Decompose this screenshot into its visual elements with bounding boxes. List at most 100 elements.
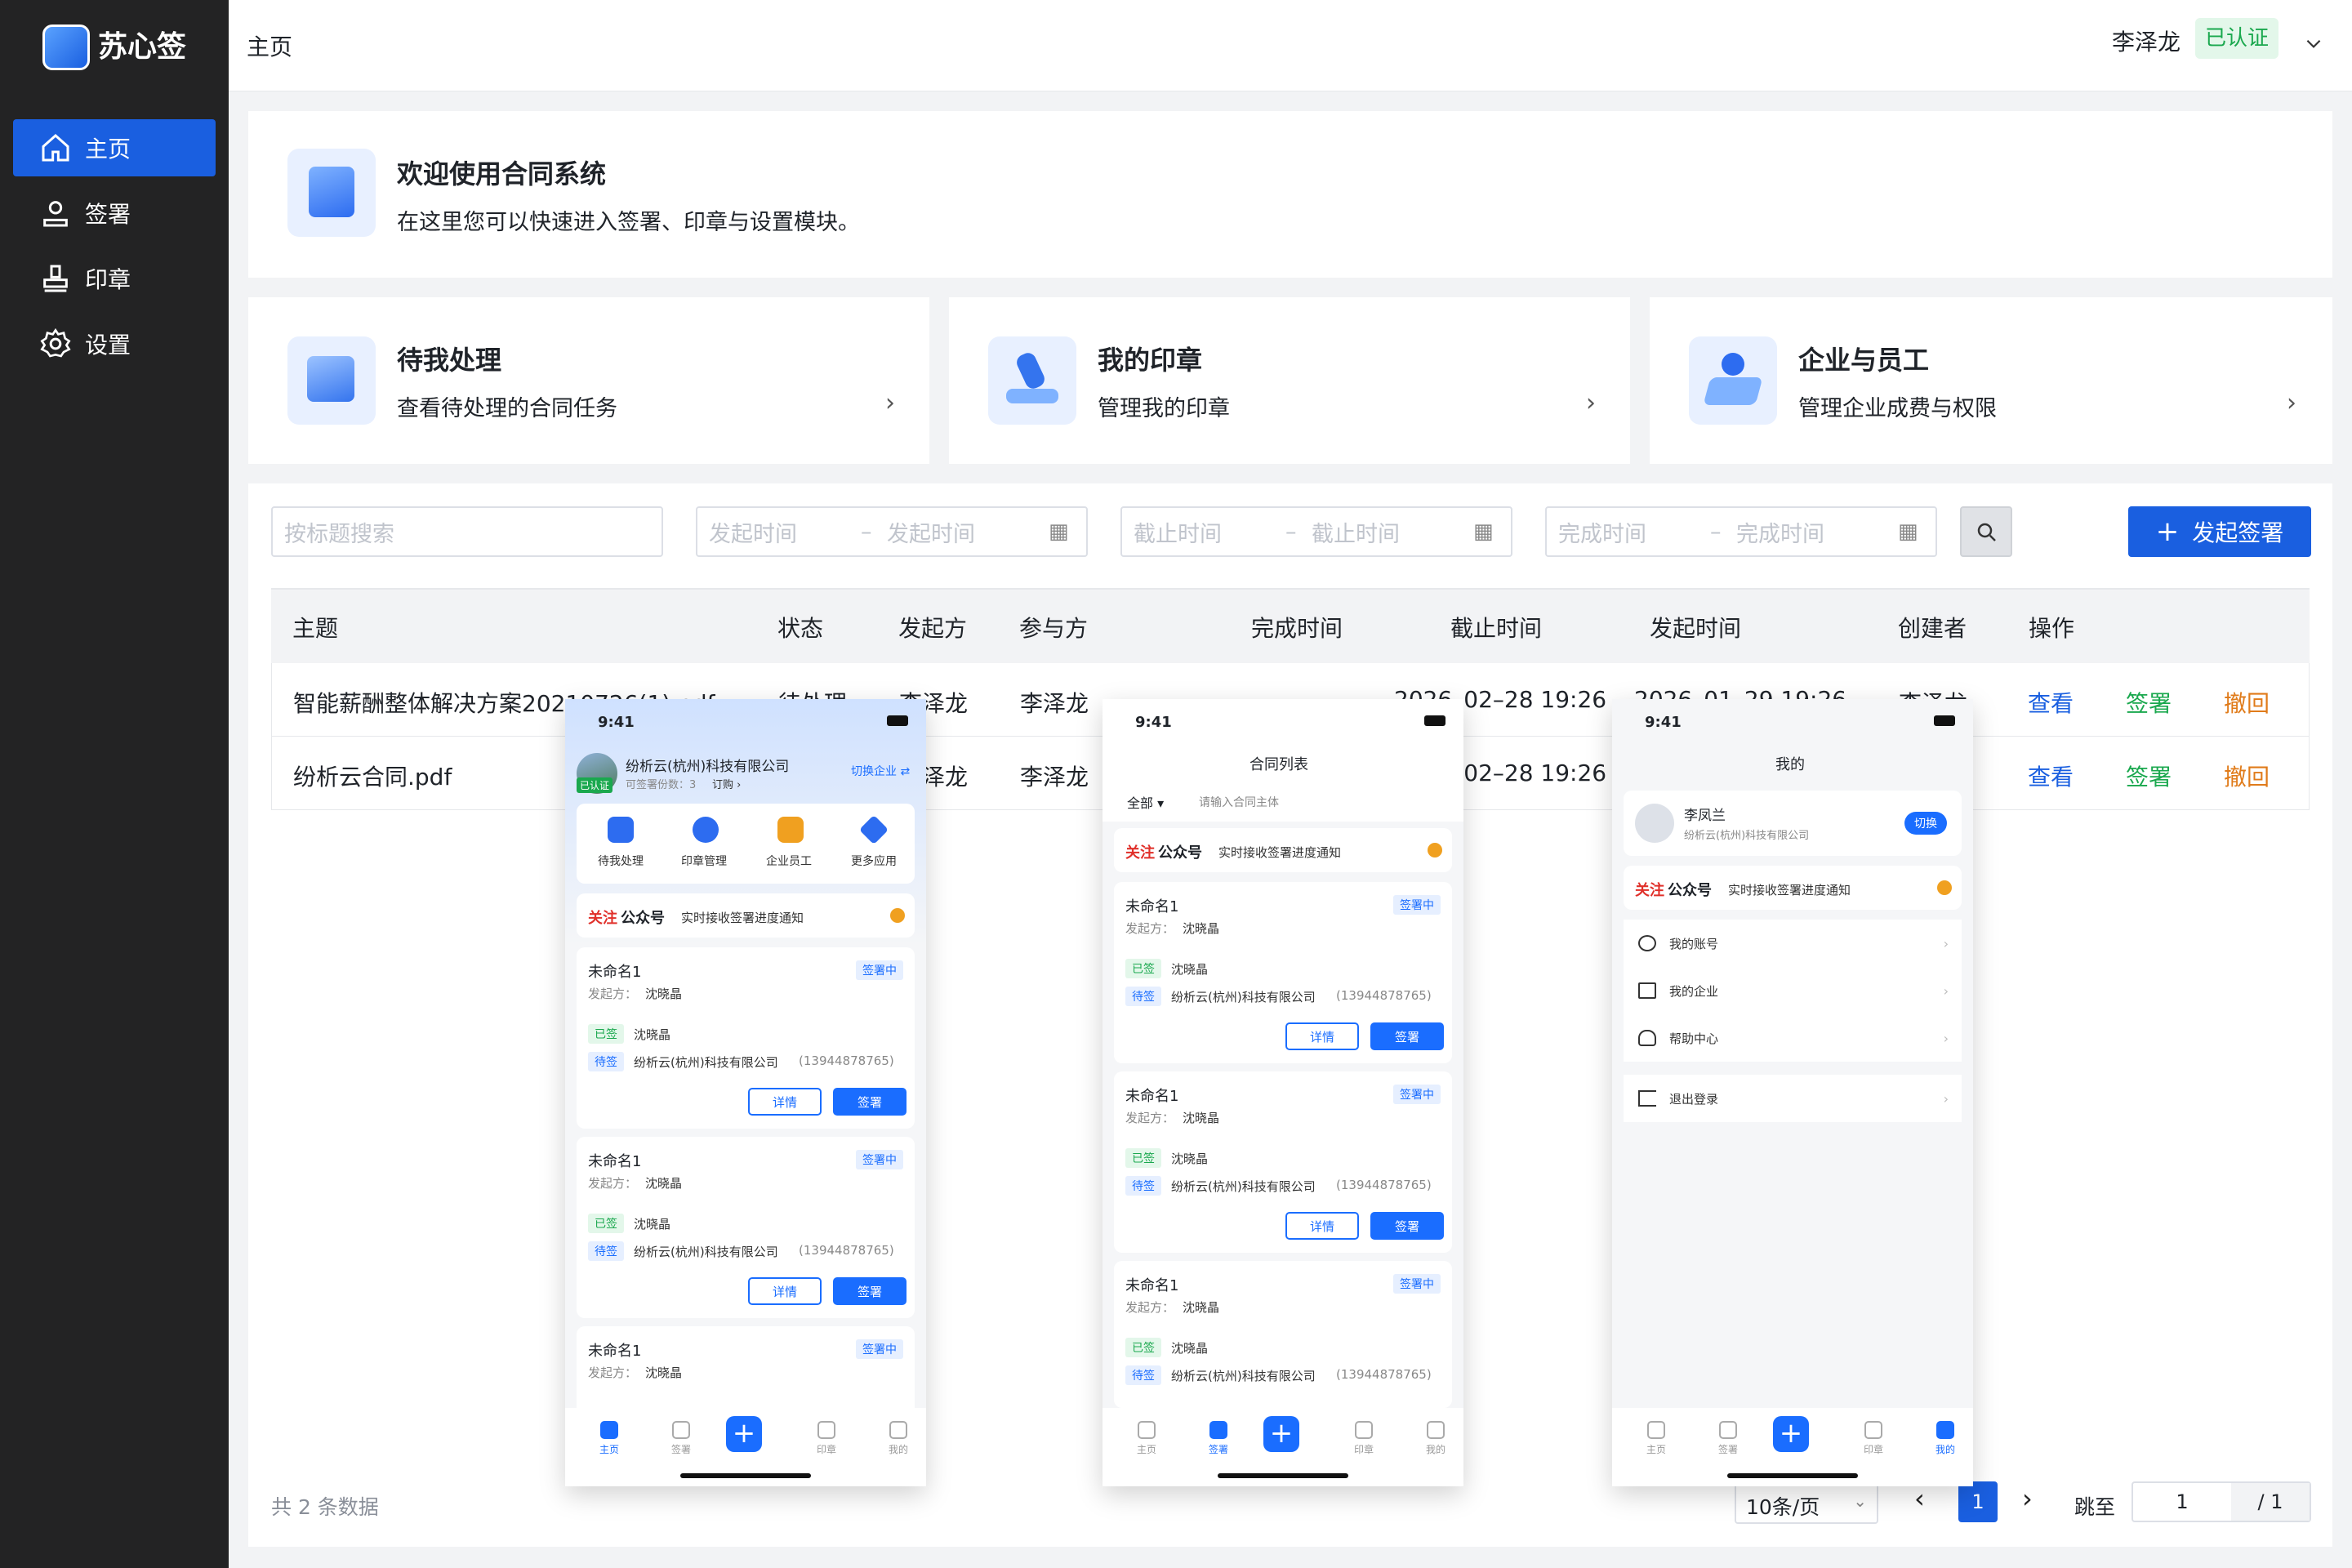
search-icon [1977,523,1996,541]
search-input[interactable]: 按标题搜索 [271,506,663,557]
menu-my-account[interactable]: 我的账号 › [1624,920,1962,967]
app-logo-icon [42,24,90,70]
sign-link[interactable]: 签署 [2126,760,2172,792]
chevron-right-icon: › [1943,982,1949,999]
tab-sign[interactable]: 签署 [1194,1421,1243,1456]
sidebar-item-settings[interactable]: 设置 [13,315,216,372]
tab-sign[interactable]: 签署 [1704,1421,1753,1456]
chevron-right-icon: › [1586,389,1596,417]
sign-button[interactable]: 签署 [1370,1212,1444,1240]
card-title: 待我处理 [397,345,502,376]
status-filter[interactable]: 全部 ▾ [1127,792,1164,812]
plus-icon[interactable]: + [1263,1416,1299,1452]
welcome-subtitle: 在这里您可以快速进入签署、印章与设置模块。 [397,210,860,235]
sign-link[interactable]: 签署 [2126,686,2172,719]
detail-button[interactable]: 详情 [748,1277,822,1305]
user-icon [1638,935,1656,951]
list-search-input[interactable]: 请输入合同主体 [1199,794,1279,810]
sidebar-item-home[interactable]: 主页 [13,119,216,176]
table-header: 主题 状态 发起方 参与方 完成时间 截止时间 发起时间 创建者 操作 [271,590,2310,663]
tab-mine[interactable]: 我的 [1411,1421,1460,1456]
tab-home[interactable]: 主页 [585,1421,634,1456]
follow-notice[interactable]: 关注 公众号 实时接收签署进度通知 [1624,866,1962,910]
jump-label: 跳至 [2074,1495,2116,1519]
list-filter-bar: 全部 ▾ 请输入合同主体 [1114,782,1452,818]
sidebar-item-sign[interactable]: 签署 [13,185,216,242]
plus-icon[interactable]: + [1773,1416,1809,1452]
view-link[interactable]: 查看 [2028,760,2074,792]
card-title: 我的印章 [1098,345,1203,376]
app-grid: 待我处理 印章管理 企业员工 更多应用 [577,804,915,884]
done-date-range[interactable]: 完成时间 – 完成时间 ▦ [1545,506,1937,557]
sign-button[interactable]: 签署 [833,1277,906,1305]
create-sign-button[interactable]: + 发起签署 [2128,506,2311,557]
status-bar-icons [1396,715,1446,727]
chevron-right-icon: › [1943,1090,1949,1107]
menu-my-enterprise[interactable]: 我的企业 › [1624,967,1962,1014]
quick-card-seals[interactable]: 我的印章 管理我的印章 › [949,297,1630,464]
calendar-icon: ▦ [1473,519,1494,544]
home-icon [42,133,69,162]
logout-icon [1638,1090,1656,1107]
switch-button[interactable]: 切换 [1904,812,1947,835]
phone-mockup-mine: 9:41 我的 李凤兰 纷析云(杭州)科技有限公司 切换 关注 公众号 实时接收… [1612,699,1973,1486]
current-page[interactable]: 1 [1958,1481,1998,1522]
user-name[interactable]: 李泽龙 [2112,24,2180,57]
follow-notice[interactable]: 关注 公众号 实时接收签署进度通知 [577,893,915,938]
tab-seal[interactable]: 印章 [802,1421,851,1456]
detail-button[interactable]: 详情 [748,1088,822,1116]
building-icon [1638,982,1656,999]
revoke-link[interactable]: 撤回 [2224,686,2270,719]
start-date-range[interactable]: 发起时间 – 发起时间 ▦ [696,506,1088,557]
phone-tab-bar: 主页 签署 + 印章 我的 [1102,1408,1463,1486]
chevron-down-icon[interactable] [2303,33,2324,54]
tab-mine[interactable]: 我的 [1921,1421,1970,1456]
menu-logout[interactable]: 退出登录 › [1624,1075,1962,1122]
mine-title: 我的 [1775,756,1805,773]
deadline-date-range[interactable]: 截止时间 – 截止时间 ▦ [1120,506,1512,557]
total-count: 共 2 条数据 [271,1495,379,1519]
quick-card-pending[interactable]: 待我处理 查看待处理的合同任务 › [248,297,929,464]
sign-button[interactable]: 签署 [833,1088,906,1116]
tab-sign[interactable]: 签署 [657,1421,706,1456]
prev-page-button[interactable]: ‹ [1914,1483,1925,1514]
sidebar-item-label: 设置 [85,332,131,359]
detail-button[interactable]: 详情 [1285,1212,1359,1240]
follow-notice[interactable]: 关注 公众号 实时接收签署进度通知 [1114,828,1452,872]
welcome-title: 欢迎使用合同系统 [397,158,607,189]
quick-card-enterprise[interactable]: 企业与员工 管理企业成费与权限 › [1650,297,2332,464]
phone-mockup-home: 9:41 已认证 纷析云(杭州)科技有限公司 可签署份数：3 订购 › 切换企业… [565,699,926,1486]
tab-seal[interactable]: 印章 [1849,1421,1898,1456]
list-title: 合同列表 [1250,756,1308,773]
phone-tab-bar: 主页 签署 + 印章 我的 [565,1408,926,1486]
tab-home[interactable]: 主页 [1122,1421,1171,1456]
menu-help-center[interactable]: 帮助中心 › [1624,1014,1962,1062]
phone-tab-bar: 主页 签署 + 印章 我的 [1612,1408,1973,1486]
chevron-right-icon: › [885,389,895,417]
tab-seal[interactable]: 印章 [1339,1421,1388,1456]
chevron-right-icon: › [1943,1030,1949,1046]
search-button[interactable] [1960,506,2012,557]
detail-button[interactable]: 详情 [1285,1022,1359,1050]
revoke-link[interactable]: 撤回 [2224,760,2270,792]
seal-icon [43,265,68,292]
breadcrumb: 主页 [247,33,293,60]
app-name: 苏心签 [98,30,187,64]
sidebar-item-seal[interactable]: 印章 [13,250,216,307]
tab-home[interactable]: 主页 [1632,1421,1681,1456]
sign-button[interactable]: 签署 [1370,1022,1444,1050]
verified-badge: 已认证 [2195,18,2279,59]
view-link[interactable]: 查看 [2028,686,2074,719]
switch-company-link[interactable]: 切换企业 ⇄ [851,763,910,779]
chevron-down-icon: ⌄ [1853,1491,1867,1511]
stamp-person-icon [43,201,68,227]
plus-icon[interactable]: + [726,1416,762,1452]
sidebar: 苏心签 主页 签署 印章 设置 [0,0,229,1568]
page-size-select[interactable]: 10条/页 ⌄ [1735,1483,1878,1524]
tab-mine[interactable]: 我的 [874,1421,923,1456]
sidebar-item-label: 签署 [85,201,131,228]
next-page-button[interactable]: › [2022,1483,2033,1514]
jump-input[interactable]: 1 / 1 [2132,1481,2311,1522]
plus-icon: + [2155,515,2180,548]
contract-card: 未命名1 签署中 发起方： 沈晓晶 已签 沈晓晶 待签 纷析云(杭州)科技有限公… [1114,1261,1452,1408]
